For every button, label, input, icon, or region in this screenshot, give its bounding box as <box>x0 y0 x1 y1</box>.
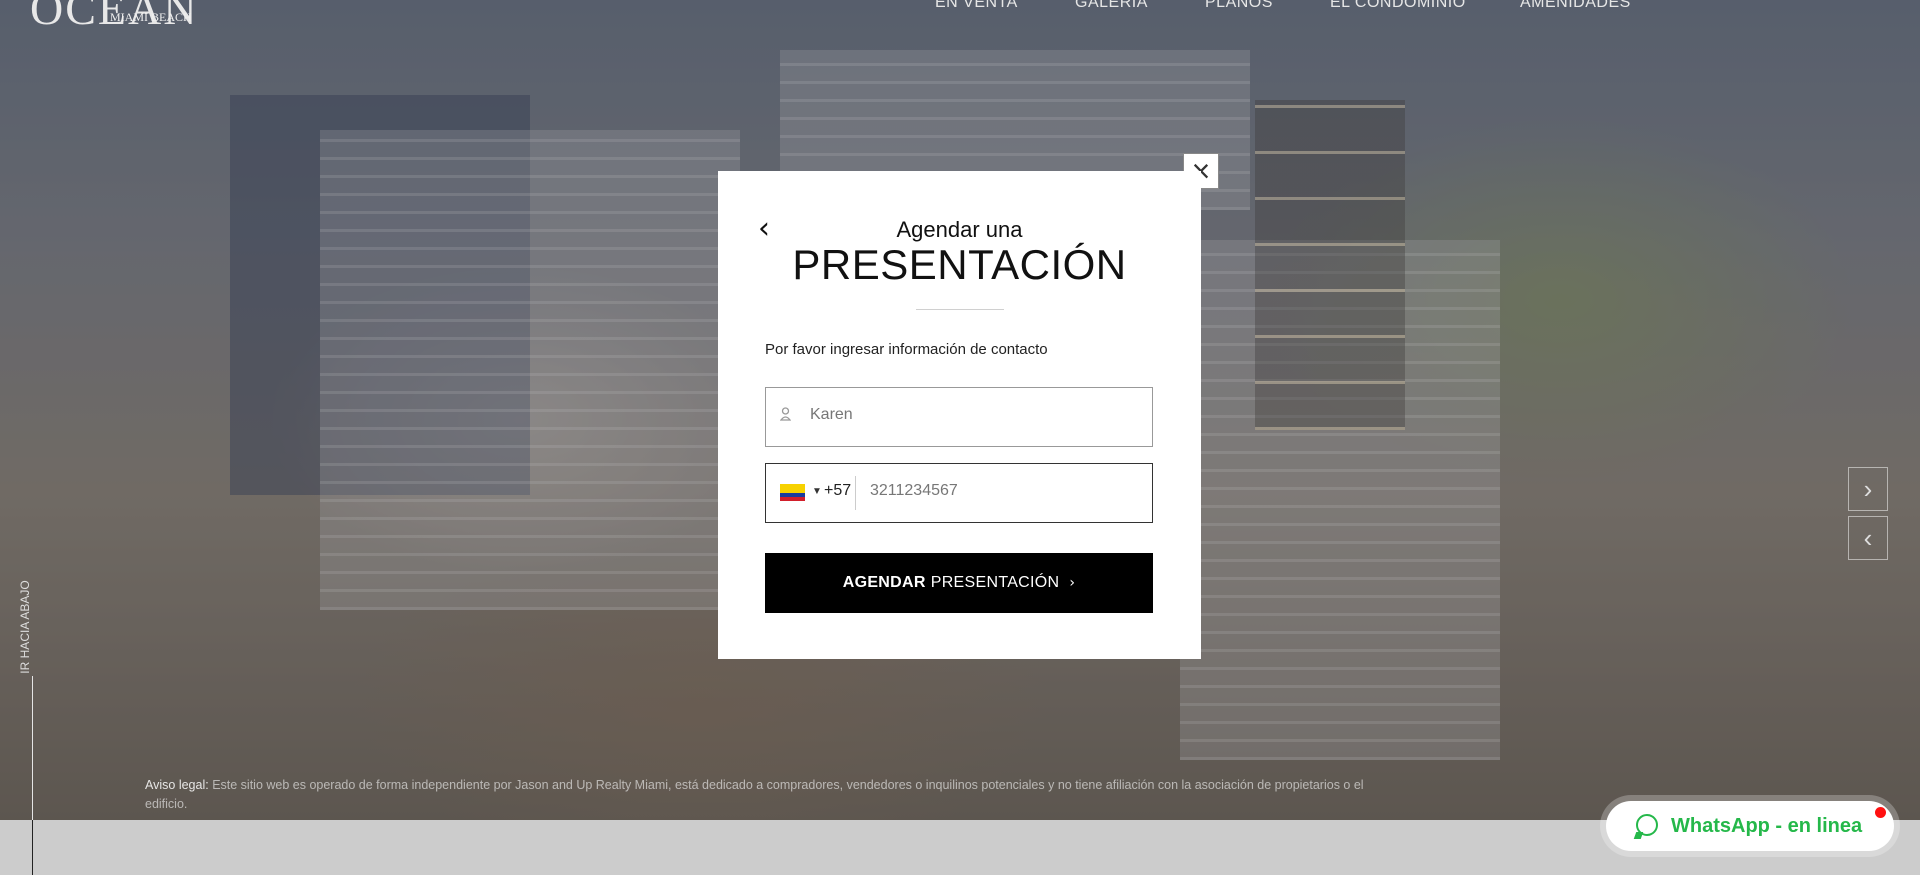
scroll-down-label[interactable]: IR HACIA ABAJO <box>18 572 32 682</box>
submit-label: PRESENTACIÓN <box>930 574 1060 591</box>
whatsapp-label: WhatsApp - en linea <box>1671 815 1863 837</box>
legal-disclaimer: Aviso legal: Este sitio web es operado d… <box>145 776 1395 814</box>
disclaimer-label: Aviso legal: <box>145 778 209 792</box>
nav-item-galeria[interactable]: GALERÍA <box>1075 0 1148 12</box>
schedule-modal: ‹ Agendar una PRESENTACIÓN Por favor ing… <box>718 171 1201 659</box>
slider-prev-button[interactable]: ‹ <box>1848 516 1888 560</box>
chevron-right-icon: › <box>1069 575 1076 591</box>
submit-label-bold: AGENDAR <box>842 574 926 591</box>
name-input[interactable]: Karen <box>810 406 853 424</box>
schedule-submit-button[interactable]: AGENDAR PRESENTACIÓN › <box>765 553 1153 613</box>
chevron-right-icon: › <box>1863 473 1873 504</box>
whatsapp-button[interactable]: WhatsApp - en linea <box>1606 801 1894 851</box>
nav-item-en-venta[interactable]: EN VENTA <box>935 0 1018 12</box>
user-icon <box>779 407 792 423</box>
logo-subtitle: MIAMI BEACH <box>110 10 192 24</box>
slider-next-button[interactable]: › <box>1848 467 1888 511</box>
phone-separator <box>855 476 856 510</box>
nav-item-amenidades[interactable]: AMENIDADES <box>1520 0 1631 12</box>
chevron-left-icon: ‹ <box>1863 522 1873 553</box>
disclaimer-text: Este sitio web es operado de forma indep… <box>145 778 1364 811</box>
chevron-down-icon[interactable]: ▼ <box>812 486 822 497</box>
nav-item-el-condominio[interactable]: EL CONDOMINIO <box>1330 0 1466 12</box>
phone-input[interactable]: 3211234567 <box>870 482 958 500</box>
scroll-line-bottom <box>32 820 33 875</box>
logo[interactable]: OCEAN MIAMI BEACH <box>30 0 198 35</box>
modal-title-large: PRESENTACIÓN <box>792 241 1127 288</box>
whatsapp-icon <box>1636 814 1658 836</box>
title-divider <box>916 309 1004 310</box>
phone-field[interactable]: ▼ +57 3211234567 <box>765 463 1153 523</box>
form-instruction: Por favor ingresar información de contac… <box>765 341 1048 358</box>
name-field[interactable]: Karen <box>765 387 1153 447</box>
modal-title-small: Agendar una <box>896 217 1023 242</box>
nav-item-planos[interactable]: PLANOS <box>1205 0 1273 12</box>
notification-dot <box>1875 807 1886 818</box>
scroll-line <box>32 676 33 820</box>
dial-code: +57 <box>824 482 852 499</box>
country-flag-icon[interactable] <box>780 484 805 501</box>
